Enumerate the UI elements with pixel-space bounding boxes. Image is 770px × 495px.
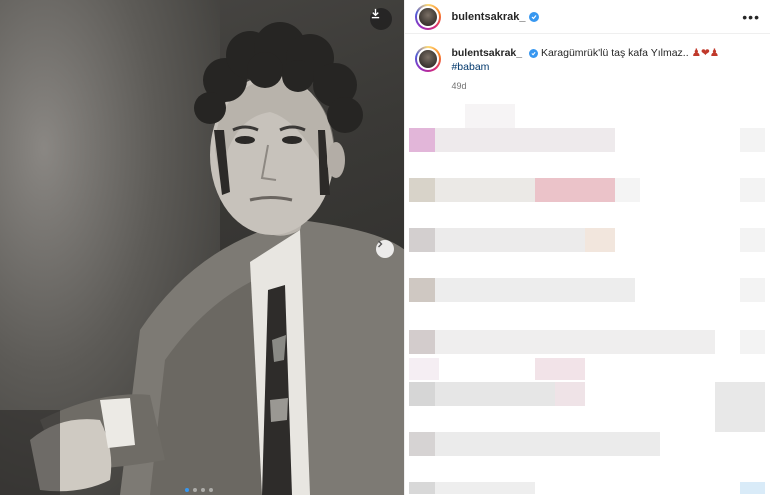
- username-link[interactable]: bulentsakrak_: [451, 11, 525, 23]
- portrait-illustration: [0, 22, 405, 495]
- verified-badge-icon: [529, 11, 540, 22]
- post-side-panel: bulentsakrak_ ••• bulentsakrak_ Karagümr…: [404, 0, 770, 495]
- avatar-image: [417, 5, 440, 28]
- post-time: 49d: [451, 81, 467, 91]
- carousel-indicator: [185, 488, 213, 492]
- avatar[interactable]: [415, 3, 442, 30]
- carousel-dot: [201, 488, 205, 492]
- blurred-comments: [405, 100, 770, 495]
- caption-emojis: ♟❤♟: [691, 47, 720, 59]
- avatar-image: [417, 48, 440, 70]
- caption-username[interactable]: bulentsakrak_: [451, 47, 522, 59]
- chevron-right-icon: [378, 240, 383, 248]
- caption-body: bulentsakrak_ Karagümrük'lü taş kafa Yıl…: [451, 46, 719, 93]
- post-header: bulentsakrak_ •••: [405, 0, 770, 34]
- carousel-dot: [209, 488, 213, 492]
- carousel-dot: [185, 488, 189, 492]
- hashtag-link[interactable]: #babam: [451, 61, 489, 73]
- carousel-dot: [193, 488, 197, 492]
- download-icon: [372, 8, 380, 19]
- instagram-post-view: bulentsakrak_ ••• bulentsakrak_ Karagümr…: [0, 0, 770, 495]
- caption-text: Karagümrük'lü taş kafa Yılmaz..: [540, 47, 692, 59]
- post-caption: bulentsakrak_ Karagümrük'lü taş kafa Yıl…: [405, 34, 770, 93]
- more-options-icon[interactable]: •••: [742, 9, 760, 25]
- verified-badge-icon: [529, 49, 539, 58]
- caption-avatar[interactable]: [415, 46, 442, 72]
- post-photo[interactable]: [0, 0, 405, 495]
